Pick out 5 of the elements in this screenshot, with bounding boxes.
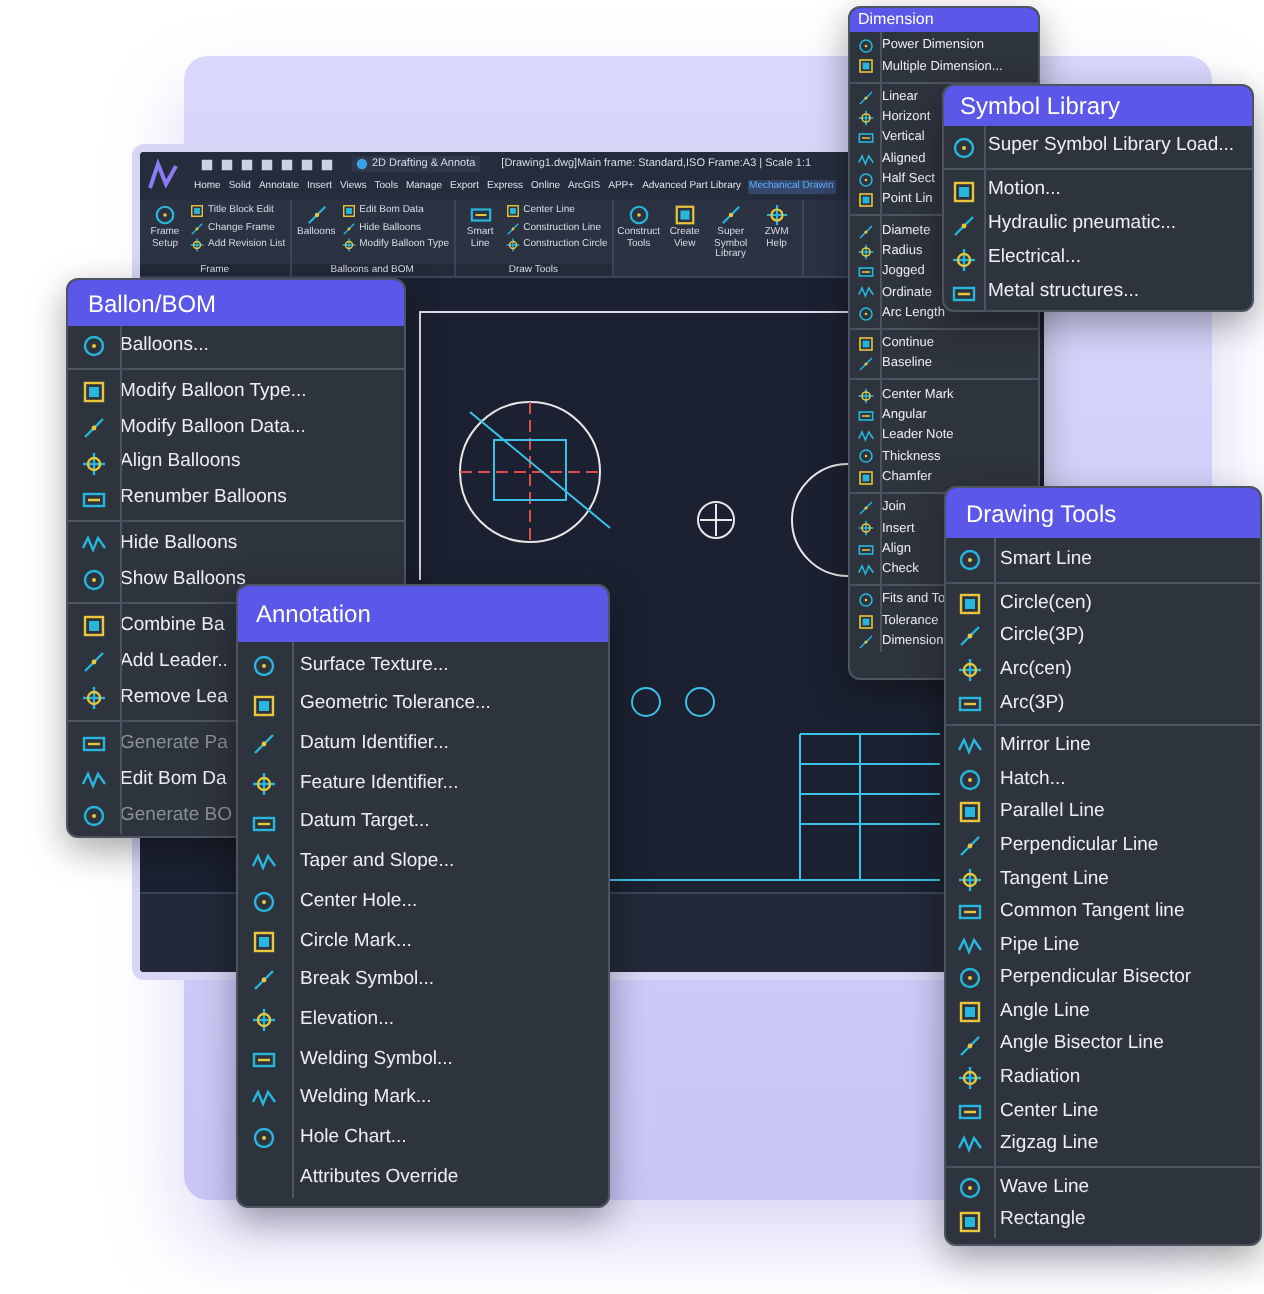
panel-title: Annotation bbox=[238, 586, 608, 642]
panel-title: Symbol Library bbox=[944, 86, 1252, 126]
panel-title: Ballon/BOM bbox=[68, 280, 404, 326]
panel-title: Drawing Tools bbox=[946, 488, 1260, 538]
panel-title: Dimension bbox=[850, 8, 1038, 32]
